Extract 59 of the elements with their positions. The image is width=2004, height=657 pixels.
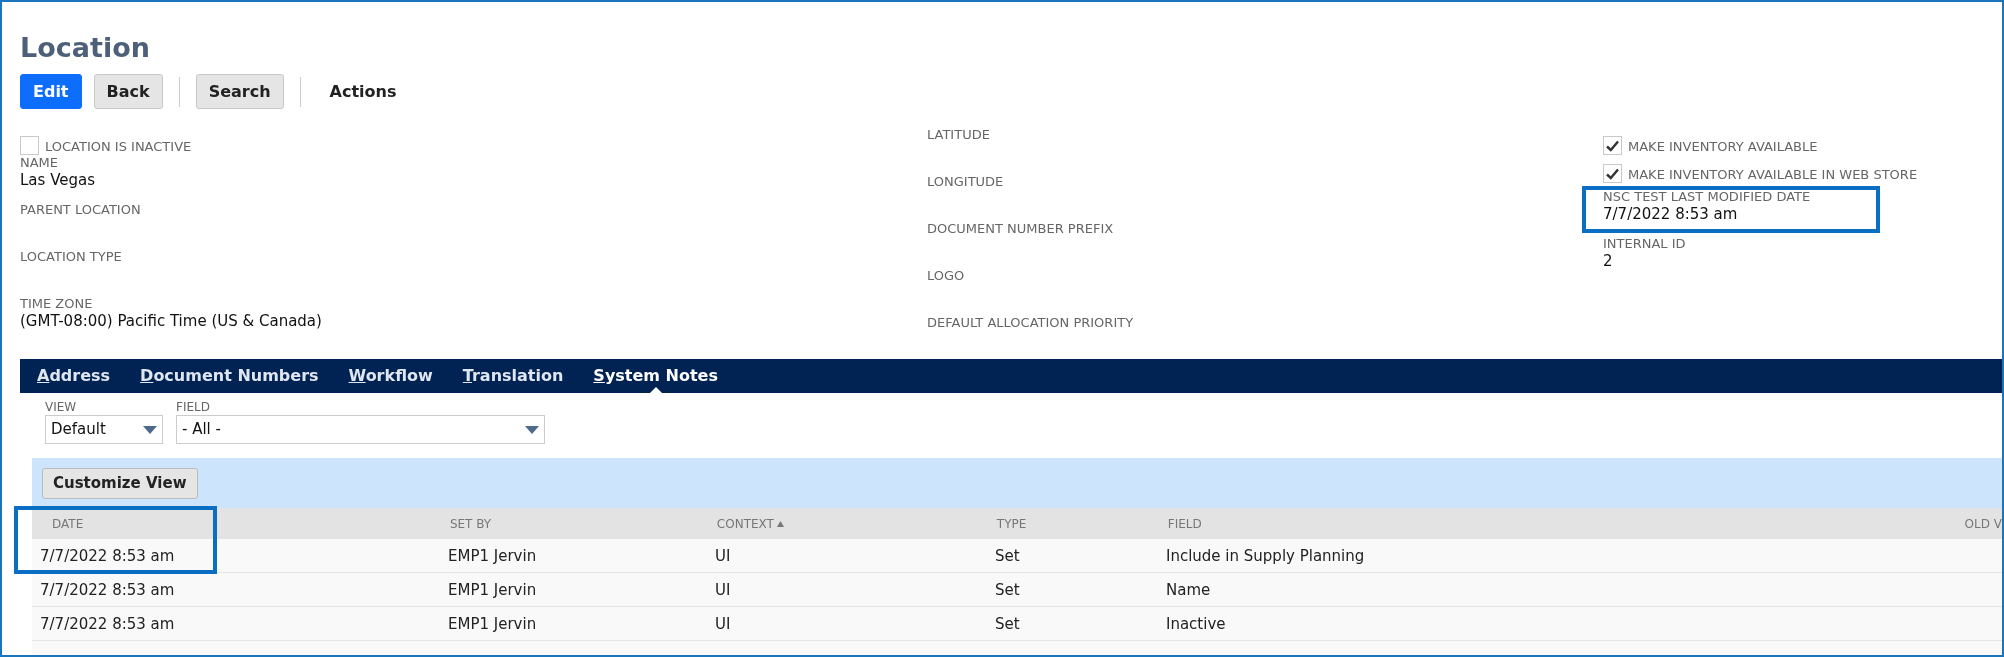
table-cell: 7/7/2022 8:53 am [40,580,175,599]
field-value: (GMT-08:00) Pacific Time (US & Canada) [20,312,323,330]
page-title: Location [20,31,151,65]
check-icon [1606,139,1619,152]
check-icon [1606,167,1619,180]
field-label: NAME [20,155,60,171]
field-label: LONGITUDE [927,174,1005,190]
tab[interactable]: Address [37,359,111,393]
caret-icon [525,425,539,434]
table-cell: 7/7/2022 8:53 am [40,614,175,633]
field-label: TIME ZONE [20,296,94,312]
field-value: 7/7/2022 8:53 am [1603,205,1739,223]
checkbox[interactable] [20,136,39,155]
checkbox[interactable] [1603,164,1622,183]
field-label: DEFAULT ALLOCATION PRIORITY [927,315,1135,331]
field-label: LATITUDE [927,127,991,143]
field-value: Las Vegas [20,171,96,189]
field-value: 2 [1603,252,1614,270]
table-cell: EMP1 Jervin [448,546,537,565]
filter-label: FIELD [176,400,211,415]
sort-arrow-icon [776,520,784,527]
table-cell: UI [715,614,731,633]
table-cell: EMP1 Jervin [448,614,537,633]
field-label: LOGO [927,268,966,284]
toolbar-button[interactable]: Edit [20,74,82,109]
checkbox[interactable] [1603,136,1622,155]
table-cell: UI [715,580,731,599]
checkbox-label: MAKE INVENTORY AVAILABLE IN WEB STORE [1628,167,1918,183]
tab[interactable]: Document Numbers [140,359,319,393]
column-header[interactable]: CONTEXT [706,508,987,539]
table-cell: UI [715,546,731,565]
column-header[interactable]: OLD V [1954,508,2002,539]
tab[interactable]: Translation [462,359,564,393]
tab[interactable]: Workflow [348,359,433,393]
toolbar-button[interactable]: Back [93,74,163,109]
field-label: DOCUMENT NUMBER PREFIX [927,221,1115,237]
table-cell: Inactive [1166,614,1226,633]
checkbox-label: MAKE INVENTORY AVAILABLE [1628,139,1818,155]
field-label: NSC TEST LAST MODIFIED DATE [1603,189,1812,205]
actions-menu[interactable]: Actions [316,74,410,109]
table-cell: Name [1166,580,1211,599]
table-cell: Set [995,614,1020,633]
table-cell: Include in Supply Planning [1166,546,1365,565]
filter-label: VIEW [45,400,78,415]
tab[interactable]: System Notes [593,359,718,393]
table-cell: EMP1 Jervin [448,580,537,599]
column-header[interactable]: SET BY [439,508,707,539]
customize-view-button[interactable]: Customize View [42,467,198,499]
field-label: PARENT LOCATION [20,202,142,218]
toolbar-button[interactable]: Search [195,74,284,109]
table-cell: 7/7/2022 8:53 am [40,546,175,565]
checkbox-label: LOCATION IS INACTIVE [45,139,192,155]
dropdown[interactable]: Default [45,415,163,444]
caret-icon [143,425,157,434]
dropdown[interactable]: - All - [176,415,545,444]
field-label: LOCATION TYPE [20,249,123,265]
field-label: INTERNAL ID [1603,236,1687,252]
table-cell: Set [995,580,1020,599]
table-cell: Set [995,546,1020,565]
